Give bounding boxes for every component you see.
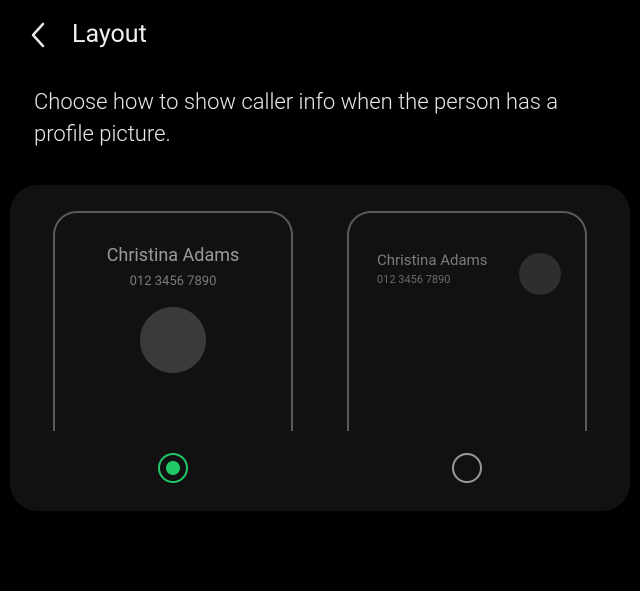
preview-caller-number: 012 3456 7890 <box>377 273 488 286</box>
radio-unselected-icon[interactable] <box>452 453 482 483</box>
header: Layout <box>0 0 640 65</box>
phone-preview-compact: Christina Adams 012 3456 7890 <box>347 211 587 431</box>
layout-options-panel: Christina Adams 012 3456 7890 Christina … <box>10 185 630 511</box>
phone-preview-centered: Christina Adams 012 3456 7890 <box>53 211 293 431</box>
preview-caller-name: Christina Adams <box>377 251 488 269</box>
avatar-icon <box>519 253 561 295</box>
radio-selected-icon[interactable] <box>158 453 188 483</box>
layout-option-centered[interactable]: Christina Adams 012 3456 7890 <box>53 211 293 483</box>
avatar-icon <box>140 307 206 373</box>
preview-caller-name: Christina Adams <box>107 245 240 266</box>
description-text: Choose how to show caller info when the … <box>0 65 640 185</box>
page-title: Layout <box>72 20 147 49</box>
preview-caller-number: 012 3456 7890 <box>130 274 217 289</box>
back-icon[interactable] <box>24 21 52 49</box>
layout-option-compact[interactable]: Christina Adams 012 3456 7890 <box>347 211 587 483</box>
